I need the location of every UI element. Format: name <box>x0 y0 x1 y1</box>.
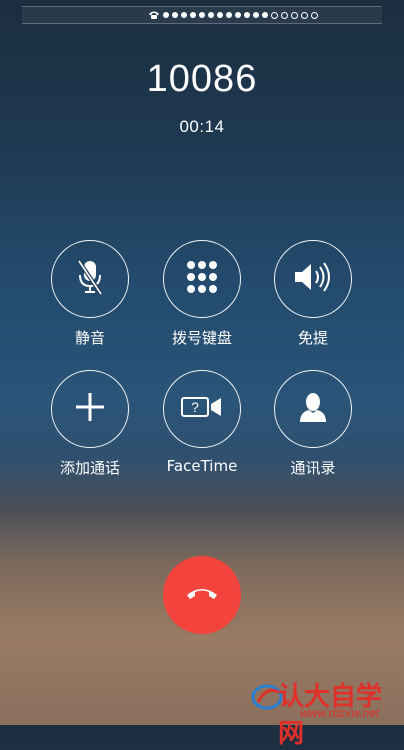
signal-dot <box>163 12 169 18</box>
signal-dot-empty <box>271 11 278 19</box>
signal-indicator <box>148 9 318 21</box>
mute-label: 静音 <box>74 329 105 347</box>
keypad-icon <box>184 259 220 300</box>
signal-dot-empty <box>291 11 298 19</box>
keypad-circle[interactable] <box>163 240 241 318</box>
facetime-label: FaceTime <box>166 457 238 475</box>
signal-dot <box>190 12 196 18</box>
signal-dot <box>226 12 232 18</box>
end-call-icon <box>185 585 219 606</box>
speaker-icon <box>292 261 334 298</box>
facetime-button[interactable]: ? FaceTime <box>157 370 247 475</box>
signal-dot <box>208 12 214 18</box>
facetime-circle[interactable]: ? <box>163 370 241 448</box>
phone-handset-icon <box>148 10 160 20</box>
signal-dot <box>244 12 250 18</box>
signal-dot <box>217 12 223 18</box>
signal-dot-empty <box>311 11 318 19</box>
signal-dot <box>262 12 268 18</box>
contacts-icon <box>298 391 328 428</box>
signal-dot <box>199 12 205 18</box>
contacts-circle[interactable] <box>274 370 352 448</box>
signal-dot <box>181 12 187 18</box>
speaker-circle[interactable] <box>274 240 352 318</box>
signal-dot-empty <box>301 11 308 19</box>
add-call-label: 添加通话 <box>59 459 120 477</box>
signal-dot <box>235 12 241 18</box>
svg-text:?: ? <box>191 399 199 415</box>
keypad-label: 拨号键盘 <box>171 329 232 347</box>
speaker-button[interactable]: 免提 <box>268 240 358 348</box>
signal-dot-empty <box>281 11 288 19</box>
watermark-logo: 认大自学网 www.rdzxw.net <box>250 676 400 749</box>
add-call-button[interactable]: 添加通话 <box>45 370 135 478</box>
contacts-button[interactable]: 通讯录 <box>268 370 358 478</box>
speaker-label: 免提 <box>297 329 328 347</box>
signal-dot <box>253 12 259 18</box>
mute-button[interactable]: 静音 <box>45 240 135 348</box>
end-call-button[interactable] <box>163 556 241 634</box>
plus-icon <box>74 391 106 428</box>
keypad-button[interactable]: 拨号键盘 <box>157 240 247 348</box>
watermark-url: www.rdzxw.net <box>300 706 380 720</box>
facetime-icon: ? <box>180 395 224 424</box>
signal-dot <box>172 12 178 18</box>
contacts-label: 通讯录 <box>290 459 336 477</box>
mute-mic-icon <box>75 257 105 302</box>
caller-number: 10086 <box>146 58 258 100</box>
call-duration: 00:14 <box>179 117 225 136</box>
add-call-circle[interactable] <box>51 370 129 448</box>
mute-circle[interactable] <box>51 240 129 318</box>
status-bar <box>22 6 382 24</box>
